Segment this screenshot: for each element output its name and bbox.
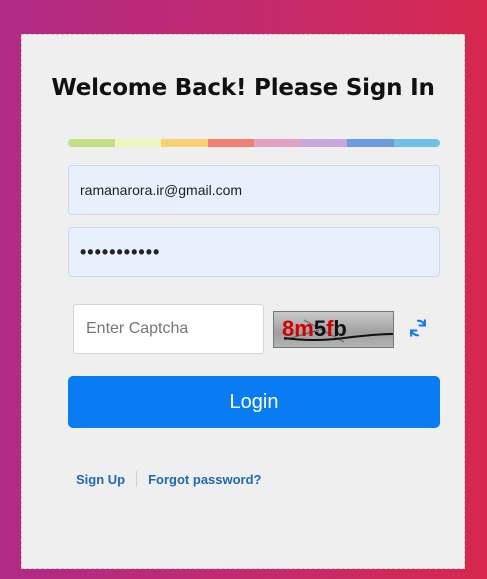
- captcha-image: 8m5fb: [273, 311, 394, 348]
- forgot-password-link[interactable]: Forgot password?: [148, 472, 261, 487]
- login-card: Welcome Back! Please Sign In ramanarora.…: [21, 34, 465, 569]
- refresh-icon[interactable]: [405, 315, 431, 341]
- color-strip-segment: [161, 139, 208, 147]
- color-strip-segment: [254, 139, 301, 147]
- email-field[interactable]: ramanarora.ir@gmail.com: [68, 165, 440, 215]
- password-value: •••••••••••: [80, 241, 161, 262]
- login-button[interactable]: Login: [68, 376, 440, 428]
- captcha-input[interactable]: Enter Captcha: [73, 304, 264, 354]
- color-strip-segment: [207, 139, 254, 147]
- captcha-placeholder: Enter Captcha: [86, 320, 189, 337]
- captcha-text: 8m5fb: [282, 316, 347, 341]
- link-divider: [136, 471, 138, 487]
- color-strip-segment: [114, 139, 161, 147]
- password-field[interactable]: •••••••••••: [68, 227, 440, 277]
- signup-link[interactable]: Sign Up: [76, 472, 125, 487]
- color-strip-segment: [347, 139, 394, 147]
- color-strip-segment: [300, 139, 347, 147]
- color-strip-segment: [68, 139, 115, 147]
- account-links: Sign Up Forgot password?: [76, 471, 262, 487]
- color-strip: [68, 139, 440, 147]
- page-title: Welcome Back! Please Sign In: [51, 75, 435, 101]
- color-strip-segment: [393, 139, 440, 147]
- email-value: ramanarora.ir@gmail.com: [80, 182, 243, 198]
